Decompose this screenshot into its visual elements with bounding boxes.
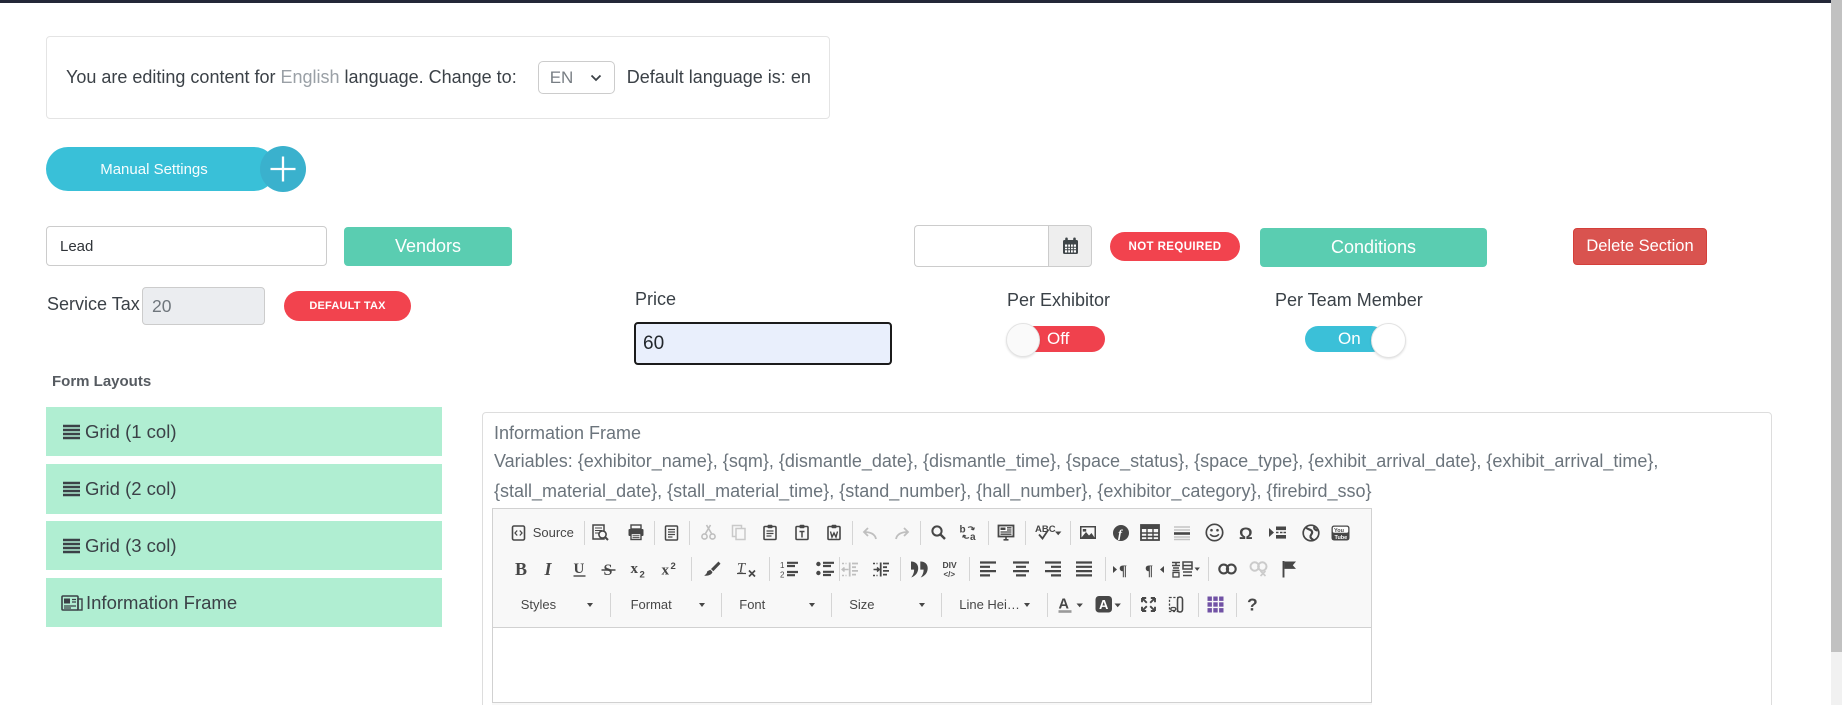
svg-text:2: 2 xyxy=(780,571,785,579)
svg-text:x: x xyxy=(630,561,638,577)
svg-text:U: U xyxy=(573,561,584,577)
svg-text:You: You xyxy=(1334,528,1344,534)
svg-text:2: 2 xyxy=(639,570,644,579)
svg-text:¶: ¶ xyxy=(1145,563,1153,578)
svg-text:I: I xyxy=(544,561,553,578)
svg-text:2: 2 xyxy=(670,561,675,572)
svg-text:a: a xyxy=(970,532,976,541)
svg-text:x: x xyxy=(661,563,669,579)
svg-text:A: A xyxy=(1059,597,1070,613)
svg-text:A: A xyxy=(1099,597,1109,612)
svg-text:B: B xyxy=(515,561,527,578)
svg-text:</>: </> xyxy=(944,570,956,578)
svg-text:¶: ¶ xyxy=(1119,563,1127,578)
svg-text:DIV: DIV xyxy=(943,560,958,570)
svg-text:?: ? xyxy=(1247,595,1258,614)
svg-text:Tube: Tube xyxy=(1334,534,1347,540)
svg-text:1: 1 xyxy=(780,561,785,570)
svg-text:b: b xyxy=(960,525,966,536)
svg-text:Ω: Ω xyxy=(1239,524,1253,542)
